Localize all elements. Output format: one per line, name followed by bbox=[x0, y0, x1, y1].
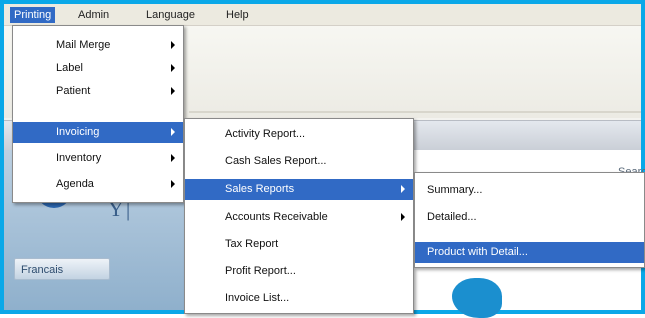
sales-reports-submenu: Summary... Detailed... Product with Deta… bbox=[414, 172, 645, 268]
map-graphic-icon bbox=[452, 278, 502, 318]
menu-item-label[interactable]: Label bbox=[13, 58, 183, 79]
submenu-arrow-icon bbox=[171, 64, 175, 72]
submenu-arrow-icon bbox=[401, 213, 405, 221]
menu-item-patient[interactable]: Patient bbox=[13, 81, 183, 102]
menu-item-sales-reports[interactable]: Sales Reports bbox=[185, 179, 413, 200]
menu-item-accounts-receivable[interactable]: Accounts Receivable bbox=[185, 207, 413, 228]
language-button[interactable]: Francais bbox=[14, 258, 110, 280]
menu-item-profit-report[interactable]: Profit Report... bbox=[185, 261, 413, 282]
submenu-arrow-icon bbox=[401, 185, 405, 193]
menu-help[interactable]: Help bbox=[222, 7, 253, 23]
menu-item-tax-report[interactable]: Tax Report bbox=[185, 234, 413, 255]
menu-language[interactable]: Language bbox=[142, 7, 199, 23]
menu-bar: Printing Admin Language Help bbox=[4, 4, 641, 26]
menu-item-agenda[interactable]: Agenda bbox=[13, 174, 183, 195]
menu-item-summary[interactable]: Summary... bbox=[415, 180, 644, 201]
menu-item-activity-report[interactable]: Activity Report... bbox=[185, 124, 413, 145]
submenu-arrow-icon bbox=[171, 128, 175, 136]
menu-item-product-with-detail[interactable]: Product with Detail... bbox=[415, 242, 644, 263]
menu-item-inventory[interactable]: Inventory bbox=[13, 148, 183, 169]
menu-admin[interactable]: Admin bbox=[74, 7, 113, 23]
menu-item-mail-merge[interactable]: Mail Merge bbox=[13, 35, 183, 56]
submenu-arrow-icon bbox=[171, 41, 175, 49]
menu-item-cash-sales-report[interactable]: Cash Sales Report... bbox=[185, 151, 413, 172]
menu-printing[interactable]: Printing bbox=[10, 7, 56, 23]
printing-menu: Mail Merge Label Patient Invoicing Inven… bbox=[12, 25, 184, 203]
menu-item-invoice-list[interactable]: Invoice List... bbox=[185, 288, 413, 309]
submenu-arrow-icon bbox=[171, 154, 175, 162]
submenu-arrow-icon bbox=[171, 87, 175, 95]
invoicing-submenu: Activity Report... Cash Sales Report... … bbox=[184, 118, 414, 314]
submenu-arrow-icon bbox=[171, 180, 175, 188]
menu-item-detailed[interactable]: Detailed... bbox=[415, 207, 644, 228]
menu-item-invoicing[interactable]: Invoicing bbox=[13, 122, 183, 143]
